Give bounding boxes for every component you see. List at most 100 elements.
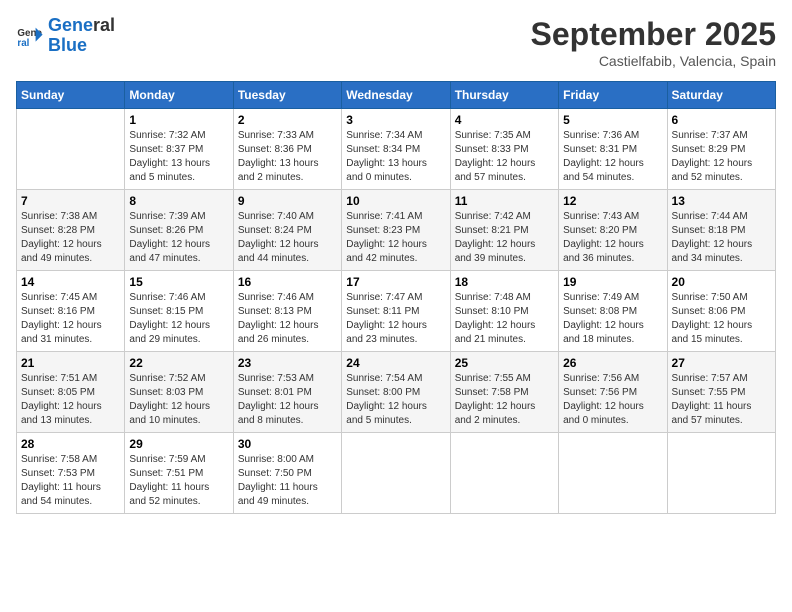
calendar-cell: 8Sunrise: 7:39 AM Sunset: 8:26 PM Daylig… — [125, 190, 233, 271]
day-info: Sunrise: 7:56 AM Sunset: 7:56 PM Dayligh… — [563, 372, 662, 428]
calendar-cell: 23 Sunrise: 7:53 AM Sunset: 8:01 PM Dayli… — [233, 352, 341, 433]
day-number: 4 — [455, 113, 554, 127]
day-number: 1 — [129, 113, 228, 127]
day-info: Sunrise: 7:46 AM Sunset: 8:15 PM Dayligh… — [129, 291, 228, 347]
calendar-cell: 17 Sunrise: 7:47 AM Sunset: 8:11 PM Dayli… — [342, 271, 450, 352]
calendar-cell: 10Sunrise: 7:41 AM Sunset: 8:23 PM Dayli… — [342, 190, 450, 271]
calendar-cell: 12Sunrise: 7:43 AM Sunset: 8:20 PM Dayli… — [559, 190, 667, 271]
calendar-cell: 20Sunrise: 7:50 AM Sunset: 8:06 PM Dayli… — [667, 271, 775, 352]
day-info: Sunrise: 8:00 AM Sunset: 7:50 PM Dayligh… — [238, 453, 337, 509]
day-info: Sunrise: 7:34 AM Sunset: 8:34 PM Dayligh… — [346, 129, 445, 185]
day-number: 24 — [346, 356, 445, 370]
day-number: 8 — [129, 194, 228, 208]
week-row-3: 21 Sunrise: 7:51 AM Sunset: 8:05 PM Dayli… — [17, 352, 776, 433]
calendar-cell: 13Sunrise: 7:44 AM Sunset: 8:18 PM Dayli… — [667, 190, 775, 271]
svg-text:ral: ral — [17, 38, 29, 49]
day-number: 18 — [455, 275, 554, 289]
calendar-cell: 26 Sunrise: 7:56 AM Sunset: 7:56 PM Dayli… — [559, 352, 667, 433]
day-header-tuesday: Tuesday — [233, 82, 341, 109]
calendar-cell: 27 Sunrise: 7:57 AM Sunset: 7:55 PM Dayli… — [667, 352, 775, 433]
day-number: 2 — [238, 113, 337, 127]
day-number: 21 — [21, 356, 120, 370]
day-info: Sunrise: 7:32 AM Sunset: 8:37 PM Dayligh… — [129, 129, 228, 185]
day-info: Sunrise: 7:49 AM Sunset: 8:08 PM Dayligh… — [563, 291, 662, 347]
calendar-cell: 21 Sunrise: 7:51 AM Sunset: 8:05 PM Dayli… — [17, 352, 125, 433]
day-number: 12 — [563, 194, 662, 208]
week-row-4: 28Sunrise: 7:58 AM Sunset: 7:53 PM Dayli… — [17, 433, 776, 514]
calendar-cell: 15 Sunrise: 7:46 AM Sunset: 8:15 PM Dayli… — [125, 271, 233, 352]
calendar-cell: 19 Sunrise: 7:49 AM Sunset: 8:08 PM Dayli… — [559, 271, 667, 352]
day-info: Sunrise: 7:46 AM Sunset: 8:13 PM Dayligh… — [238, 291, 337, 347]
day-header-wednesday: Wednesday — [342, 82, 450, 109]
day-header-thursday: Thursday — [450, 82, 558, 109]
day-info: Sunrise: 7:58 AM Sunset: 7:53 PM Dayligh… — [21, 453, 120, 509]
calendar-cell: 7Sunrise: 7:38 AM Sunset: 8:28 PM Daylig… — [17, 190, 125, 271]
day-info: Sunrise: 7:59 AM Sunset: 7:51 PM Dayligh… — [129, 453, 228, 509]
day-info: Sunrise: 7:55 AM Sunset: 7:58 PM Dayligh… — [455, 372, 554, 428]
calendar-cell: 25 Sunrise: 7:55 AM Sunset: 7:58 PM Dayli… — [450, 352, 558, 433]
calendar-cell: 4 Sunrise: 7:35 AM Sunset: 8:33 PM Daylig… — [450, 109, 558, 190]
day-number: 9 — [238, 194, 337, 208]
calendar-cell: 9Sunrise: 7:40 AM Sunset: 8:24 PM Daylig… — [233, 190, 341, 271]
day-info: Sunrise: 7:36 AM Sunset: 8:31 PM Dayligh… — [563, 129, 662, 185]
day-header-sunday: Sunday — [17, 82, 125, 109]
logo: Gene ral GeneralBlue — [16, 16, 115, 56]
day-info: Sunrise: 7:57 AM Sunset: 7:55 PM Dayligh… — [672, 372, 771, 428]
day-info: Sunrise: 7:37 AM Sunset: 8:29 PM Dayligh… — [672, 129, 771, 185]
calendar-cell — [559, 433, 667, 514]
calendar-cell: 5 Sunrise: 7:36 AM Sunset: 8:31 PM Daylig… — [559, 109, 667, 190]
day-info: Sunrise: 7:54 AM Sunset: 8:00 PM Dayligh… — [346, 372, 445, 428]
calendar-header-row: SundayMondayTuesdayWednesdayThursdayFrid… — [17, 82, 776, 109]
page-header: Gene ral GeneralBlue September 2025 Cast… — [16, 16, 776, 69]
calendar-cell: 1 Sunrise: 7:32 AM Sunset: 8:37 PM Daylig… — [125, 109, 233, 190]
day-number: 27 — [672, 356, 771, 370]
day-number: 22 — [129, 356, 228, 370]
day-number: 26 — [563, 356, 662, 370]
week-row-0: 1 Sunrise: 7:32 AM Sunset: 8:37 PM Daylig… — [17, 109, 776, 190]
calendar-cell — [667, 433, 775, 514]
calendar-cell: 28Sunrise: 7:58 AM Sunset: 7:53 PM Dayli… — [17, 433, 125, 514]
day-number: 29 — [129, 437, 228, 451]
day-number: 20 — [672, 275, 771, 289]
calendar-cell — [450, 433, 558, 514]
day-number: 15 — [129, 275, 228, 289]
calendar-cell: 2Sunrise: 7:33 AM Sunset: 8:36 PM Daylig… — [233, 109, 341, 190]
day-info: Sunrise: 7:42 AM Sunset: 8:21 PM Dayligh… — [455, 210, 554, 266]
calendar-cell — [342, 433, 450, 514]
calendar-subtitle: Castielfabib, Valencia, Spain — [531, 53, 776, 69]
day-header-monday: Monday — [125, 82, 233, 109]
day-number: 30 — [238, 437, 337, 451]
day-info: Sunrise: 7:47 AM Sunset: 8:11 PM Dayligh… — [346, 291, 445, 347]
calendar-cell: 3 Sunrise: 7:34 AM Sunset: 8:34 PM Daylig… — [342, 109, 450, 190]
week-row-1: 7Sunrise: 7:38 AM Sunset: 8:28 PM Daylig… — [17, 190, 776, 271]
calendar-cell — [17, 109, 125, 190]
week-row-2: 14 Sunrise: 7:45 AM Sunset: 8:16 PM Dayli… — [17, 271, 776, 352]
day-header-saturday: Saturday — [667, 82, 775, 109]
day-number: 14 — [21, 275, 120, 289]
day-info: Sunrise: 7:51 AM Sunset: 8:05 PM Dayligh… — [21, 372, 120, 428]
calendar-cell: 24 Sunrise: 7:54 AM Sunset: 8:00 PM Dayli… — [342, 352, 450, 433]
day-info: Sunrise: 7:45 AM Sunset: 8:16 PM Dayligh… — [21, 291, 120, 347]
day-info: Sunrise: 7:52 AM Sunset: 8:03 PM Dayligh… — [129, 372, 228, 428]
day-info: Sunrise: 7:35 AM Sunset: 8:33 PM Dayligh… — [455, 129, 554, 185]
day-number: 17 — [346, 275, 445, 289]
day-info: Sunrise: 7:48 AM Sunset: 8:10 PM Dayligh… — [455, 291, 554, 347]
day-header-friday: Friday — [559, 82, 667, 109]
calendar-cell: 11Sunrise: 7:42 AM Sunset: 8:21 PM Dayli… — [450, 190, 558, 271]
day-info: Sunrise: 7:41 AM Sunset: 8:23 PM Dayligh… — [346, 210, 445, 266]
calendar-cell: 30 Sunrise: 8:00 AM Sunset: 7:50 PM Dayli… — [233, 433, 341, 514]
logo-text: GeneralBlue — [48, 16, 115, 56]
day-number: 19 — [563, 275, 662, 289]
day-number: 5 — [563, 113, 662, 127]
calendar-title: September 2025 — [531, 16, 776, 53]
day-number: 23 — [238, 356, 337, 370]
calendar-cell: 29 Sunrise: 7:59 AM Sunset: 7:51 PM Dayli… — [125, 433, 233, 514]
day-number: 7 — [21, 194, 120, 208]
day-number: 13 — [672, 194, 771, 208]
day-number: 25 — [455, 356, 554, 370]
day-number: 3 — [346, 113, 445, 127]
day-info: Sunrise: 7:53 AM Sunset: 8:01 PM Dayligh… — [238, 372, 337, 428]
calendar-cell: 18 Sunrise: 7:48 AM Sunset: 8:10 PM Dayli… — [450, 271, 558, 352]
calendar-cell: 16Sunrise: 7:46 AM Sunset: 8:13 PM Dayli… — [233, 271, 341, 352]
calendar-cell: 6Sunrise: 7:37 AM Sunset: 8:29 PM Daylig… — [667, 109, 775, 190]
